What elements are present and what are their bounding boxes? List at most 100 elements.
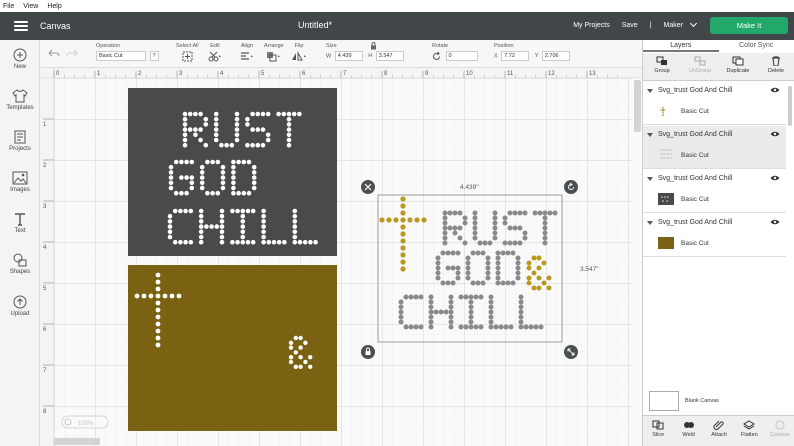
horizontal-scrollbar[interactable] (54, 438, 100, 445)
undo-icon[interactable] (48, 48, 60, 58)
expand-arrow-icon[interactable] (647, 176, 653, 181)
eye-icon[interactable] (770, 87, 780, 93)
artwork-dot (400, 252, 406, 258)
width-input[interactable]: 4.439 (334, 51, 363, 61)
artwork-dot (465, 270, 471, 276)
menu-help[interactable]: Help (47, 3, 61, 10)
rotate-input[interactable]: 0 (445, 51, 478, 61)
eye-icon[interactable] (770, 131, 780, 137)
tab-color-sync[interactable]: Color Sync (719, 40, 794, 52)
projects-button[interactable]: Projects (0, 130, 40, 152)
rotate-handle-icon[interactable] (564, 180, 578, 194)
artwork-dot (266, 239, 272, 245)
artwork-dot (219, 142, 224, 148)
expand-arrow-icon[interactable] (647, 220, 653, 225)
upload-button[interactable]: Upload (0, 295, 40, 317)
eye-icon[interactable] (770, 219, 780, 225)
artwork-dot (286, 127, 292, 132)
images-button[interactable]: Images (0, 171, 40, 193)
layer-item[interactable]: Svg_trust God And Chill Basic Cut (643, 82, 786, 125)
artwork-dot (141, 293, 147, 299)
expand-arrow-icon[interactable] (647, 132, 653, 137)
vertical-scrollbar[interactable] (634, 80, 641, 132)
artwork-dot (286, 142, 292, 148)
artwork-dot (435, 275, 441, 281)
machine-select[interactable]: Maker (664, 22, 683, 29)
contour-button[interactable]: Contour (765, 416, 794, 446)
menu-view[interactable]: View (23, 3, 38, 10)
resize-handle-icon[interactable] (564, 345, 578, 359)
weld-button[interactable]: Weld (673, 416, 703, 446)
artwork-dot (522, 235, 528, 241)
artwork-dot (472, 210, 478, 216)
artwork-dot (447, 225, 453, 231)
artwork-dot (546, 275, 552, 281)
ungroup-button[interactable]: UnGroup (681, 53, 719, 80)
select-all-group[interactable]: Select All (176, 43, 199, 62)
app-header: Canvas Untitled* My Projects Save | Make… (0, 12, 794, 40)
zoom-control[interactable]: 100% (61, 415, 109, 429)
flip-group[interactable]: Flip (291, 43, 307, 62)
artwork-dot (236, 190, 241, 196)
delete-handle-icon[interactable] (361, 180, 375, 194)
expand-arrow-icon[interactable] (647, 88, 653, 93)
artwork-dot (492, 230, 498, 236)
artwork-dot (542, 230, 548, 236)
artwork-dot (435, 270, 441, 276)
hamburger-menu-icon[interactable] (14, 21, 28, 31)
help-button[interactable]: ? (149, 51, 159, 61)
menu-file[interactable]: File (3, 3, 14, 10)
layer-item[interactable]: Svg_trust God And Chill Basic Cut (643, 214, 786, 257)
shirt-icon (12, 89, 28, 103)
artwork-dot (465, 260, 471, 266)
text-button[interactable]: Text (0, 212, 40, 234)
slice-button[interactable]: Slice (643, 416, 673, 446)
attach-button[interactable]: Attach (704, 416, 734, 446)
artwork-dot (495, 265, 501, 271)
eye-icon[interactable] (770, 175, 780, 181)
edit-group[interactable]: Edit (208, 43, 222, 62)
tab-layers[interactable]: Layers (643, 40, 719, 52)
delete-button[interactable]: Delete (757, 53, 794, 80)
lock-icon[interactable] (370, 42, 377, 50)
layers-scrollbar[interactable] (787, 82, 793, 412)
chevron-down-icon[interactable] (689, 19, 698, 28)
templates-button[interactable]: Templates (0, 89, 40, 111)
artwork-dot (552, 210, 558, 216)
save-link[interactable]: Save (622, 22, 638, 29)
duplicate-button[interactable]: Duplicate (719, 53, 757, 80)
artwork-dot (182, 122, 188, 127)
artwork-dot (452, 225, 458, 231)
artwork-dot (435, 255, 441, 261)
make-it-button[interactable]: Make It (710, 17, 788, 34)
artwork-dot (255, 111, 261, 117)
w-label: W (326, 53, 332, 60)
group-button[interactable]: Group (643, 53, 681, 80)
artwork-dot (505, 250, 511, 256)
redo-icon[interactable] (66, 48, 78, 58)
blank-canvas-swatch[interactable] (649, 391, 679, 411)
align-group[interactable]: Align (240, 43, 254, 62)
operation-select[interactable]: Basic Cut (96, 51, 146, 61)
artwork-dot (234, 137, 240, 143)
my-projects-link[interactable]: My Projects (573, 22, 610, 29)
blank-canvas-row[interactable]: Blank Canvas (649, 391, 719, 411)
artwork-dot (189, 175, 195, 180)
flatten-button[interactable]: Flatten (734, 416, 764, 446)
lock-handle-icon[interactable] (361, 345, 375, 359)
layer-item[interactable]: Svg_trust God And Chill Basic Cut (643, 170, 786, 213)
height-input[interactable]: 3.547 (375, 51, 404, 61)
artwork-dot (219, 234, 225, 240)
artwork-dot (291, 111, 297, 117)
artwork-dot (205, 190, 210, 196)
new-button[interactable]: New (0, 48, 40, 70)
arrange-group[interactable]: Arrange (264, 43, 284, 62)
shapes-button[interactable]: Shapes (0, 253, 40, 275)
y-input[interactable]: 2.706 (541, 51, 570, 61)
text-icon (15, 213, 25, 226)
artwork-dot (485, 265, 491, 271)
x-input[interactable]: 7.72 (501, 51, 530, 61)
artwork-dot (292, 219, 298, 224)
design-canvas[interactable]: 0 1 2 3 4 5 6 7 8 9 10 11 12 13 12345678 4.439" 3.547… (40, 68, 642, 446)
layer-item[interactable]: Svg_trust God And Chill Basic Cut (643, 126, 786, 169)
